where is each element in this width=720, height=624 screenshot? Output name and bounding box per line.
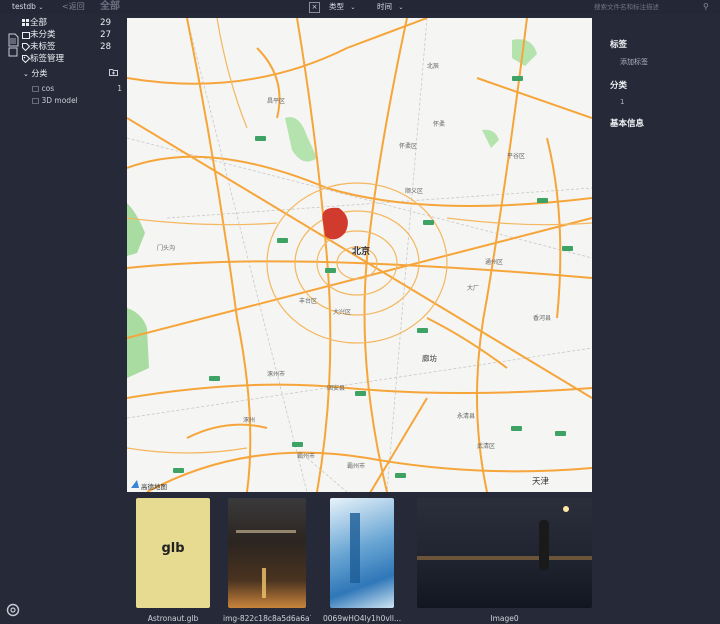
chevron-down-icon: ⌄ — [398, 4, 404, 11]
type-filter[interactable]: 类型 ⌄ — [329, 0, 355, 14]
folder-icon — [22, 32, 30, 39]
thumbnail-image0[interactable] — [417, 498, 592, 608]
library-name: testdb — [12, 2, 36, 11]
category-header-label: 分类 — [31, 69, 48, 78]
settings-icon[interactable] — [6, 603, 20, 617]
time-filter[interactable]: 时间 ⌄ — [377, 0, 403, 14]
svg-text:武清区: 武清区 — [477, 442, 495, 450]
folder-icon: □ — [32, 84, 40, 93]
map-city-label: 北京 — [352, 245, 370, 257]
thumbnail-art — [236, 530, 296, 533]
svg-text:平谷区: 平谷区 — [507, 152, 525, 160]
thumbnail-art — [262, 568, 266, 598]
sidebar-item-uncategorized[interactable]: 未分类 27 — [0, 30, 127, 40]
sidebar: 全部 29 未分类 27 未标签 28 标签管理 ⌄ 分类 □ cos 1 □ … — [0, 14, 127, 624]
glb-glyph: glb — [161, 541, 185, 556]
svg-text:香河县: 香河县 — [533, 314, 551, 322]
tag-icon — [22, 43, 30, 51]
svg-text:大厂: 大厂 — [467, 284, 479, 292]
thumbnail-art — [539, 520, 549, 570]
sidebar-item-all[interactable]: 全部 29 — [0, 18, 127, 28]
svg-text:涿州市: 涿州市 — [267, 370, 285, 378]
time-filter-label: 时间 — [377, 2, 392, 11]
add-tag-input[interactable]: 添加标签 — [620, 57, 648, 67]
category-item-cos[interactable]: □ cos 1 — [32, 84, 122, 94]
tags-label: 标签 — [610, 40, 628, 50]
svg-text:北辰: 北辰 — [427, 62, 439, 70]
search-placeholder: 搜索文件名和标注描述 — [594, 3, 659, 11]
svg-text:丰台区: 丰台区 — [299, 297, 317, 305]
svg-text:涿州: 涿州 — [243, 416, 255, 424]
thumbnail-label: Image0 — [490, 614, 519, 623]
svg-text:昌平区: 昌平区 — [267, 98, 285, 105]
svg-text:霸州市: 霸州市 — [297, 452, 315, 460]
type-filter-label: 类型 — [329, 2, 344, 11]
thumbnail-art — [417, 556, 592, 560]
category-header[interactable]: ⌄ 分类 — [23, 69, 47, 79]
sidebar-item-untagged[interactable]: 未标签 28 — [0, 42, 127, 52]
svg-text:大兴区: 大兴区 — [333, 308, 351, 316]
section-title: 全部 — [100, 1, 120, 12]
main-content: 昌平区 怀柔 怀柔区 顺义区 大厂 通州区 丰台区 大兴区 涿州市 固安县 涿州… — [127, 14, 602, 624]
tag-manage-icon — [22, 55, 30, 63]
category-item-3d-model[interactable]: □ 3D model — [32, 96, 78, 106]
map-image: 昌平区 怀柔 怀柔区 顺义区 大厂 通州区 丰台区 大兴区 涿州市 固安县 涿州… — [127, 18, 592, 492]
svg-text:霸州市: 霸州市 — [347, 462, 365, 470]
sidebar-item-label: 未标签 — [30, 42, 56, 52]
thumbnail-art — [563, 506, 569, 512]
thumbnail-label: Astronaut.glb — [147, 614, 199, 623]
folder-icon: □ — [32, 96, 40, 105]
library-selector[interactable]: testdb ⌄ — [12, 0, 43, 14]
map-preview[interactable]: 昌平区 怀柔 怀柔区 顺义区 大厂 通州区 丰台区 大兴区 涿州市 固安县 涿州… — [127, 18, 592, 492]
svg-text:怀柔区: 怀柔区 — [399, 142, 417, 150]
sidebar-item-count: 29 — [100, 18, 111, 28]
thumbnail-astronaut[interactable]: glb — [136, 498, 210, 608]
top-bar: testdb ⌄ <返回 全部 × 类型 ⌄ 时间 ⌄ 搜索文件名和标注描述 ⚲ — [0, 0, 720, 14]
thumbnail-label: 0069wHO4ly1h0vll... — [323, 614, 401, 623]
search-input[interactable]: 搜索文件名和标注描述 — [594, 1, 700, 13]
svg-text:固安县: 固安县 — [327, 384, 345, 392]
category-label: 分类 — [610, 81, 628, 91]
svg-text:顺义区: 顺义区 — [405, 188, 423, 195]
map-attribution: 高德地图 — [141, 482, 167, 491]
map-city-label: 天津 — [532, 476, 550, 487]
sidebar-item-label: 全部 — [30, 18, 48, 28]
add-folder-icon[interactable] — [109, 68, 118, 78]
details-panel: 标签 添加标签 分类 1 基本信息 — [602, 14, 720, 624]
chevron-down-icon: ⌄ — [38, 4, 44, 11]
basic-info-label[interactable]: 基本信息 — [610, 117, 644, 129]
sidebar-item-count: 27 — [100, 30, 111, 40]
map-city-label: 廊坊 — [422, 353, 437, 363]
close-icon[interactable]: × — [309, 2, 320, 13]
grid-icon — [22, 19, 29, 26]
back-button[interactable]: <返回 — [62, 0, 85, 14]
thumbnail-label: img-822c18c8a5d6a6a7... — [223, 614, 311, 623]
thumbnail-art — [350, 513, 360, 583]
sidebar-item-tag-manage[interactable]: 标签管理 — [0, 54, 127, 64]
search-icon[interactable]: ⚲ — [703, 0, 709, 14]
svg-text:永清县: 永清县 — [457, 412, 475, 420]
thumbnail-0069wHO4[interactable] — [330, 498, 394, 608]
sidebar-item-count: 28 — [100, 42, 111, 52]
svg-text:门头沟: 门头沟 — [157, 244, 175, 252]
category-value[interactable]: 1 — [620, 98, 624, 106]
category-item-label: 3D model — [41, 96, 78, 105]
category-item-label: cos — [41, 84, 55, 93]
sidebar-item-label: 标签管理 — [30, 54, 65, 64]
svg-text:怀柔: 怀柔 — [433, 120, 445, 128]
svg-text:通州区: 通州区 — [485, 258, 503, 266]
chevron-down-icon: ⌄ — [23, 70, 29, 78]
category-item-count: 1 — [117, 84, 122, 93]
chevron-down-icon: ⌄ — [350, 4, 356, 11]
thumbnail-img-822c[interactable] — [228, 498, 306, 608]
sidebar-item-label: 未分类 — [30, 30, 56, 40]
